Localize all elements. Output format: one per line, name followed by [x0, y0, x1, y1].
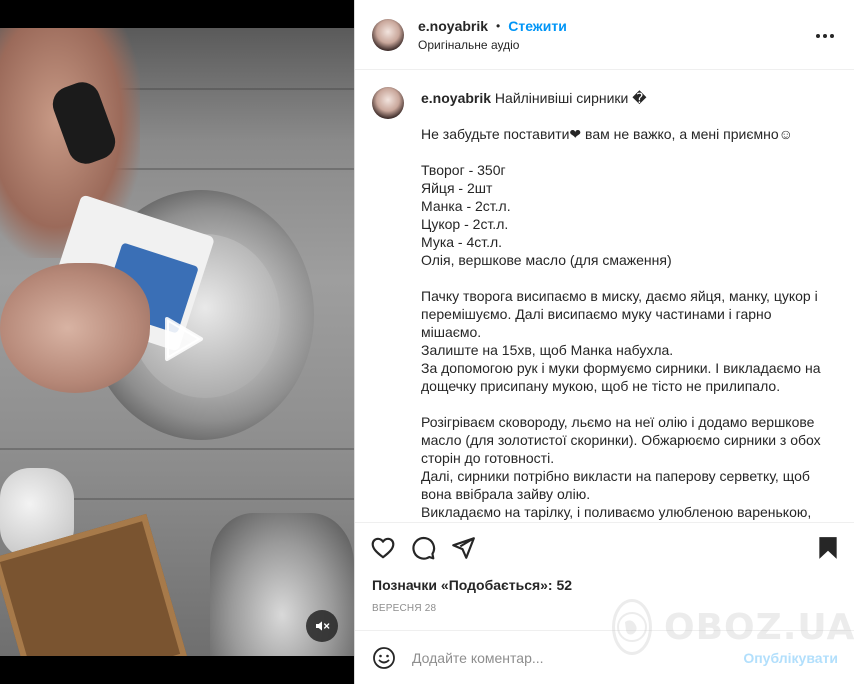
- caption-line: дощечку присипану мукою, щоб не тісто не…: [421, 378, 781, 394]
- table-texture: [0, 448, 354, 450]
- caption-line: Пачку творога висипаємо в миску, даємо я…: [421, 288, 818, 304]
- play-icon[interactable]: [147, 307, 211, 371]
- caption-line: мішаємо.: [421, 324, 482, 340]
- separator-dot: •: [496, 18, 501, 33]
- caption-line: Залиште на 15хв, щоб Манка набухла.: [421, 342, 674, 358]
- muted-speaker-icon: [316, 621, 330, 631]
- heart-icon[interactable]: [370, 535, 396, 561]
- video-player[interactable]: [0, 0, 354, 684]
- caption-lines: Не забудьте поставити❤ вам не важко, а м…: [421, 107, 831, 521]
- video-hand: [0, 263, 150, 393]
- caption-text: e.noyabrik Найлінивіші сирники � Не забу…: [421, 87, 831, 521]
- header-title-row: e.noyabrik • Стежити: [418, 18, 567, 34]
- caption-line: Манка - 2ст.л.: [421, 198, 511, 214]
- add-comment-bar: Опублікувати: [355, 630, 854, 684]
- caption-line: Цукор - 2ст.л.: [421, 216, 509, 232]
- caption-line: сторін до готовності.: [421, 450, 555, 466]
- emoji-icon[interactable]: [372, 646, 396, 670]
- caption-line: перемішуємо. Далі висипаємо муку частина…: [421, 306, 772, 322]
- caption-title-glyph: �: [632, 90, 647, 106]
- caption-heading: e.noyabrik Найлінивіші сирники �: [421, 87, 831, 107]
- caption-line: Розігріваєм сковороду, льємо на неї олію…: [421, 414, 815, 430]
- caption-line: Яйця - 2шт: [421, 180, 493, 196]
- bookmark-icon[interactable]: [815, 535, 841, 561]
- post-header: e.noyabrik • Стежити Оригінальне аудіо: [355, 0, 854, 70]
- follow-button[interactable]: Стежити: [508, 18, 567, 34]
- caption-title: Найлінивіші сирники: [494, 90, 629, 106]
- header-text: e.noyabrik • Стежити Оригінальне аудіо: [418, 18, 567, 52]
- comment-icon[interactable]: [410, 535, 436, 561]
- caption-line: За допомогою рук і муки формуємо сирники…: [421, 360, 821, 376]
- caption-line: масло (для золотистої скоринки). Обжарює…: [421, 432, 821, 448]
- mute-button[interactable]: [306, 610, 338, 642]
- caption-area[interactable]: e.noyabrik Найлінивіші сирники � Не забу…: [355, 70, 854, 522]
- action-bar: Позначки «Подобається»: 52 ВЕРЕСНЯ 28: [355, 522, 854, 622]
- send-icon[interactable]: [450, 535, 476, 561]
- post-panel: e.noyabrik • Стежити Оригінальне аудіо e…: [354, 0, 854, 684]
- likes-count[interactable]: Позначки «Подобається»: 52: [372, 577, 572, 593]
- caption-line: Творог - 350г: [421, 162, 506, 178]
- caption-line: Викладаємо на тарілку, і поливаємо улюбл…: [421, 504, 812, 520]
- original-audio-link[interactable]: Оригінальне аудіо: [418, 38, 567, 52]
- avatar[interactable]: [372, 87, 404, 119]
- caption-line: Не забудьте поставити❤ вам не важко, а м…: [421, 126, 793, 142]
- caption-username[interactable]: e.noyabrik: [421, 90, 491, 106]
- more-horizontal-icon: [816, 34, 834, 38]
- author-username[interactable]: e.noyabrik: [418, 18, 488, 34]
- comment-input[interactable]: [412, 649, 732, 666]
- more-options-button[interactable]: [813, 24, 837, 48]
- caption-line: вона ввібрала зайву олію.: [421, 486, 591, 502]
- publish-button[interactable]: Опублікувати: [743, 650, 838, 666]
- post-date[interactable]: ВЕРЕСНЯ 28: [372, 603, 436, 614]
- caption-line: Далі, сирники потрібно викласти на папер…: [421, 468, 810, 484]
- avatar[interactable]: [372, 18, 404, 51]
- caption-line: Олія, вершкове масло (для смаження): [421, 252, 672, 268]
- caption-line: Мука - 4ст.л.: [421, 234, 503, 250]
- caption-row: e.noyabrik Найлінивіші сирники � Не забу…: [372, 87, 838, 521]
